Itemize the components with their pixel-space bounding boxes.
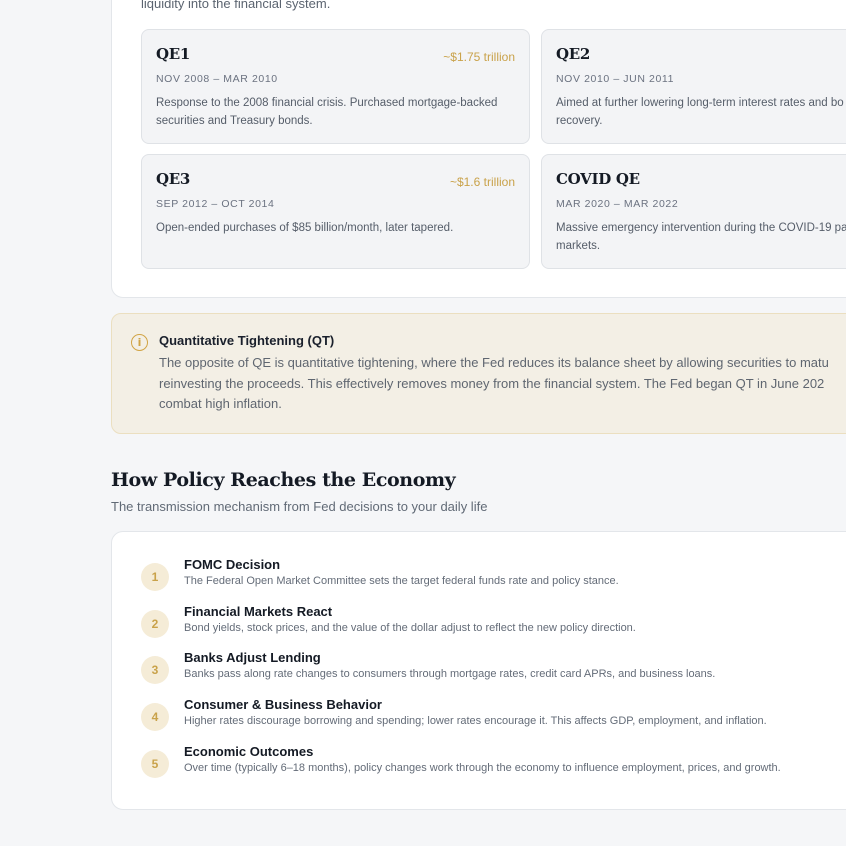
- page: liquidity into the financial system. QE1…: [0, 0, 846, 846]
- step-number-badge: 3: [141, 656, 169, 684]
- callout-line: The opposite of QE is quantitative tight…: [159, 355, 829, 370]
- program-description: Massive emergency intervention during th…: [556, 222, 846, 252]
- step-number-badge: 4: [141, 703, 169, 731]
- program-dates: NOV 2010 – JUN 2011: [556, 73, 675, 85]
- program-card-qe2: QE2 NOV 2010 – JUN 2011 Aimed at further…: [541, 29, 846, 144]
- program-description: Aimed at further lowering long-term inte…: [556, 97, 846, 127]
- program-dates: NOV 2008 – MAR 2010: [156, 73, 278, 85]
- step-item: 4 Consumer & Business Behavior Higher ra…: [141, 697, 846, 743]
- step-title: FOMC Decision: [184, 557, 281, 572]
- program-name: COVID QE: [556, 170, 640, 188]
- transmission-steps-card: 1 FOMC Decision The Federal Open Market …: [111, 531, 846, 810]
- step-number-badge: 1: [141, 563, 169, 591]
- step-description: Higher rates discourage borrowing and sp…: [184, 715, 767, 727]
- step-item: 2 Financial Markets React Bond yields, s…: [141, 604, 846, 650]
- step-item: 5 Economic Outcomes Over time (typically…: [141, 744, 846, 790]
- step-description: Bond yields, stock prices, and the value…: [184, 622, 636, 634]
- program-description: Open-ended purchases of $85 billion/mont…: [156, 222, 454, 234]
- callout-line: combat high inflation.: [159, 396, 282, 411]
- program-name: QE3: [156, 170, 191, 188]
- callout-body: The opposite of QE is quantitative tight…: [159, 353, 846, 415]
- program-amount: ~$1.6 trillion: [449, 175, 515, 189]
- section-subtitle: The transmission mechanism from Fed deci…: [111, 499, 488, 514]
- program-dates: SEP 2012 – OCT 2014: [156, 198, 275, 210]
- step-title: Economic Outcomes: [184, 744, 314, 759]
- program-amount: ~$1.75 trillion: [443, 50, 515, 64]
- callout-line: reinvesting the proceeds. This effective…: [159, 375, 825, 391]
- step-description: Banks pass along rate changes to consume…: [184, 668, 716, 680]
- program-name: QE1: [156, 45, 191, 63]
- info-icon: i: [131, 334, 148, 351]
- program-description: Response to the 2008 financial crisis. P…: [156, 97, 498, 127]
- intro-text: liquidity into the financial system.: [141, 0, 331, 11]
- program-card-covid-qe: COVID QE MAR 2020 – MAR 2022 Massive eme…: [541, 154, 846, 269]
- step-item: 1 FOMC Decision The Federal Open Market …: [141, 557, 846, 603]
- step-number-badge: 2: [141, 610, 169, 638]
- step-title: Banks Adjust Lending: [184, 650, 321, 665]
- callout-title: Quantitative Tightening (QT): [159, 333, 335, 348]
- program-card-qe1: QE1 ~$1.75 trillion NOV 2008 – MAR 2010 …: [141, 29, 530, 144]
- program-name: QE2: [556, 45, 591, 63]
- step-description: Over time (typically 6–18 months), polic…: [184, 762, 781, 774]
- step-title: Financial Markets React: [184, 604, 333, 619]
- qt-callout: i Quantitative Tightening (QT) The oppos…: [111, 313, 846, 434]
- step-title: Consumer & Business Behavior: [184, 697, 382, 712]
- section-title: How Policy Reaches the Economy: [111, 469, 456, 491]
- program-card-qe3: QE3 ~$1.6 trillion SEP 2012 – OCT 2014 O…: [141, 154, 530, 269]
- step-number-badge: 5: [141, 750, 169, 778]
- program-dates: MAR 2020 – MAR 2022: [556, 198, 679, 210]
- step-description: The Federal Open Market Committee sets t…: [184, 575, 619, 587]
- step-item: 3 Banks Adjust Lending Banks pass along …: [141, 650, 846, 696]
